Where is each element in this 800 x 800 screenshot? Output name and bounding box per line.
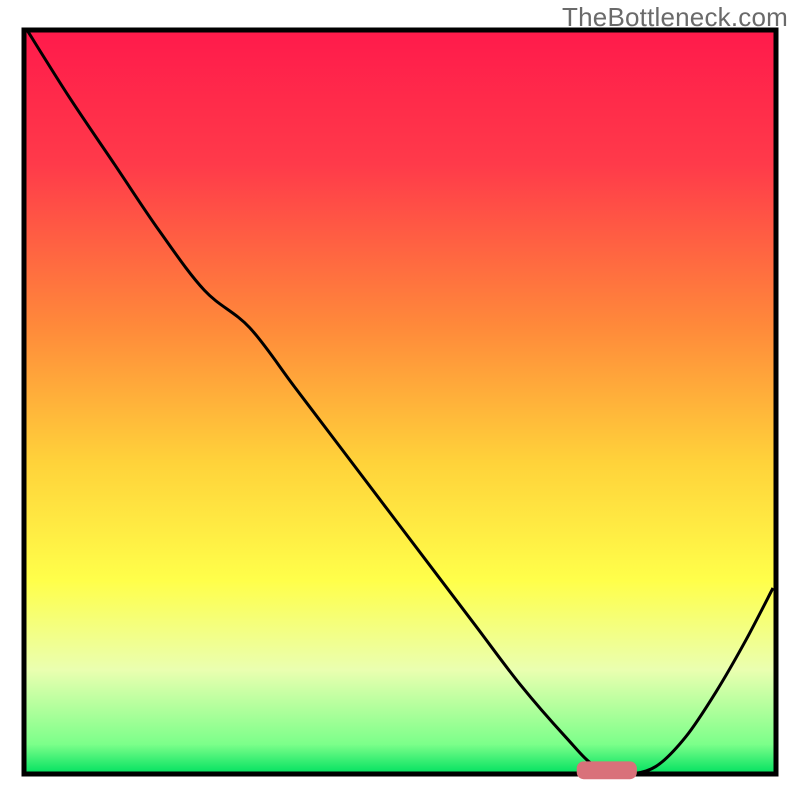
chart-stage: TheBottleneck.com bbox=[0, 0, 800, 800]
gradient-fill bbox=[24, 30, 776, 774]
bottleneck-chart bbox=[0, 0, 800, 800]
optimal-marker bbox=[577, 761, 637, 779]
watermark-label: TheBottleneck.com bbox=[562, 2, 788, 33]
